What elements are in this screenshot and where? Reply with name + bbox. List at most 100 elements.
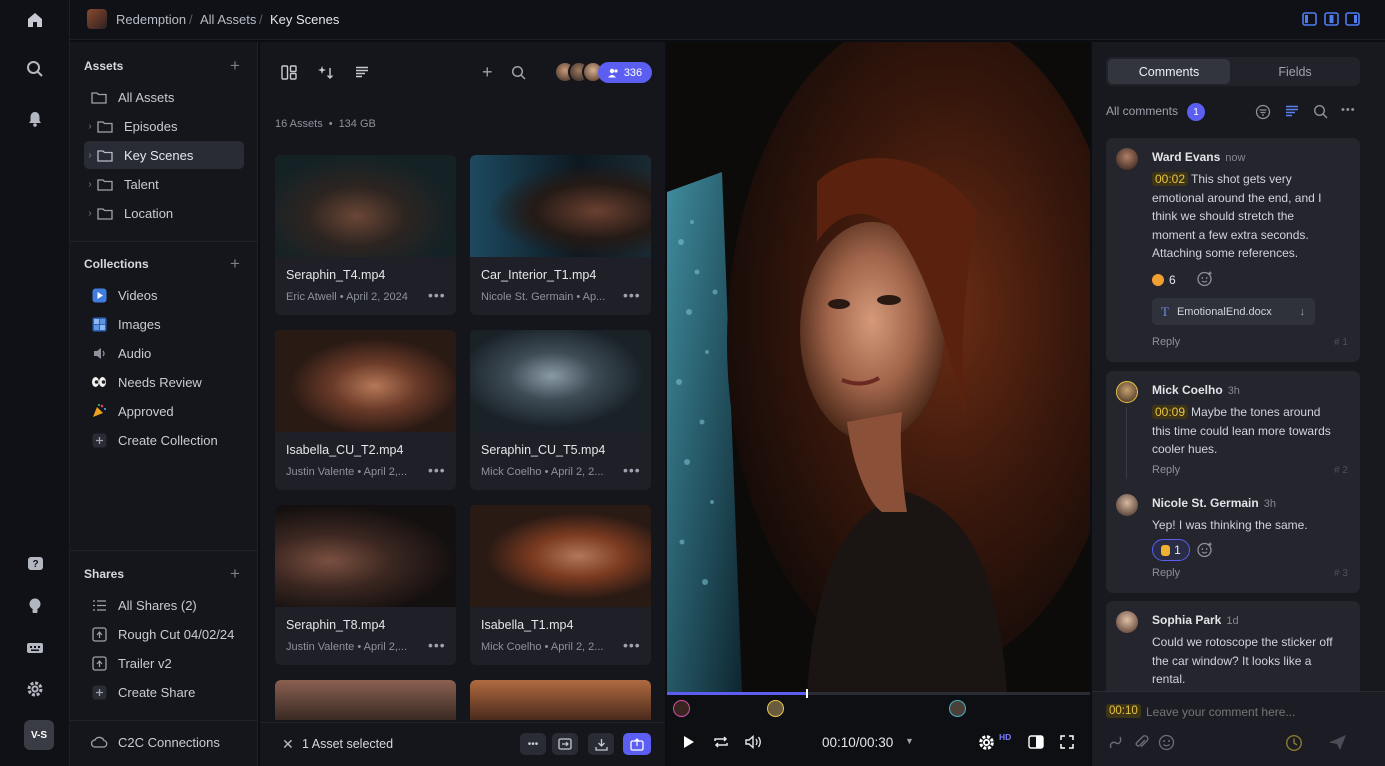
sidebar-item-images[interactable]: Images: [84, 310, 244, 338]
volume-icon[interactable]: [745, 735, 762, 749]
asset-card[interactable]: Isabella_CU_T2.mp4 Justin Valente • Apri…: [275, 330, 456, 490]
download-icon[interactable]: ↓: [1300, 306, 1306, 318]
sidebar-item-videos[interactable]: Videos: [84, 281, 244, 309]
attachment-chip[interactable]: T EmotionalEnd.docx ↓: [1152, 298, 1315, 325]
attach-icon[interactable]: [1134, 734, 1149, 751]
viewer-count-badge[interactable]: 336: [598, 62, 652, 83]
sidebar-item-talent[interactable]: › Talent: [84, 170, 244, 198]
asset-card[interactable]: Isabella_T1.mp4 Mick Coelho • April 2, 2…: [470, 505, 651, 665]
c2c-connections-link[interactable]: C2C Connections: [84, 728, 244, 756]
asset-card[interactable]: Car_Interior_T1.mp4 Nicole St. Germain •…: [470, 155, 651, 315]
compare-button[interactable]: [552, 733, 578, 755]
more-options-icon[interactable]: •••: [428, 637, 446, 653]
create-share-button[interactable]: Create Share: [84, 678, 244, 706]
add-asset-folder-button[interactable]: +: [230, 57, 240, 74]
sidebar-item-needs-review[interactable]: Needs Review: [84, 368, 244, 396]
play-icon[interactable]: [683, 735, 695, 749]
chevron-right-icon[interactable]: ›: [84, 121, 96, 132]
add-collection-button[interactable]: +: [230, 255, 240, 272]
search-icon[interactable]: [511, 65, 526, 80]
download-button[interactable]: [588, 733, 614, 755]
tab-comments[interactable]: Comments: [1108, 59, 1230, 84]
breadcrumb-project[interactable]: Redemption: [116, 12, 186, 27]
settings-gear-icon[interactable]: [978, 734, 995, 751]
timestamp-toggle-icon[interactable]: [1285, 734, 1303, 752]
breadcrumb-parent[interactable]: All Assets: [200, 12, 256, 27]
reaction-chip[interactable]: 1: [1152, 539, 1190, 561]
more-options-icon[interactable]: •••: [623, 637, 641, 653]
asset-card[interactable]: Seraphin_CU_T5.mp4 Mick Coelho • April 2…: [470, 330, 651, 490]
more-actions-button[interactable]: •••: [520, 733, 546, 755]
more-options-icon[interactable]: •••: [1341, 104, 1356, 116]
sort-icon[interactable]: [1285, 105, 1299, 118]
sidebar-item-approved[interactable]: Approved: [84, 397, 244, 425]
compare-view-icon[interactable]: [1028, 735, 1044, 749]
left-panel-toggle-icon[interactable]: [1302, 12, 1317, 26]
sparkle-sort-icon[interactable]: [317, 64, 334, 80]
more-options-icon[interactable]: •••: [623, 462, 641, 478]
timeline-playhead[interactable]: [805, 689, 808, 698]
timecode[interactable]: 00:10/00:30: [822, 735, 893, 750]
home-icon[interactable]: [23, 8, 47, 32]
add-reaction-icon[interactable]: [1196, 270, 1214, 288]
asset-thumbnail[interactable]: [275, 680, 456, 720]
center-panel-toggle-icon[interactable]: [1324, 12, 1339, 26]
right-panel-toggle-icon[interactable]: [1345, 12, 1360, 26]
add-share-button[interactable]: +: [230, 565, 240, 582]
sidebar-item-location[interactable]: › Location: [84, 199, 244, 227]
asset-meta: Nicole St. Germain • Ap...: [481, 291, 606, 303]
comment-marker-avatar[interactable]: [949, 700, 966, 717]
asset-card[interactable]: Seraphin_T8.mp4 Justin Valente • April 2…: [275, 505, 456, 665]
search-icon[interactable]: [1313, 104, 1328, 119]
send-icon[interactable]: [1328, 734, 1347, 751]
filter-icon[interactable]: [1255, 104, 1271, 120]
more-options-icon[interactable]: •••: [623, 287, 641, 303]
sidebar-item-rough-cut[interactable]: Rough Cut 04/02/24: [84, 620, 244, 648]
asset-card[interactable]: Seraphin_T4.mp4 Eric Atwell • April 2, 2…: [275, 155, 456, 315]
sidebar-item-audio[interactable]: Audio: [84, 339, 244, 367]
comment-input[interactable]: [1146, 702, 1366, 722]
create-collection-button[interactable]: Create Collection: [84, 426, 244, 454]
sidebar-item-trailer[interactable]: Trailer v2: [84, 649, 244, 677]
sidebar-item-key-scenes[interactable]: › Key Scenes: [84, 141, 244, 169]
tab-fields[interactable]: Fields: [1234, 59, 1356, 84]
more-options-icon[interactable]: •••: [428, 462, 446, 478]
sidebar-item-all-assets[interactable]: All Assets: [84, 83, 244, 111]
loop-icon[interactable]: [713, 735, 729, 749]
draw-icon[interactable]: [1108, 734, 1125, 751]
add-asset-button[interactable]: +: [482, 63, 493, 81]
chevron-right-icon[interactable]: ›: [84, 150, 96, 161]
asset-thumbnail[interactable]: [470, 680, 651, 720]
emoji-icon[interactable]: [1158, 734, 1175, 751]
fullscreen-icon[interactable]: [1060, 735, 1074, 749]
comment-marker-avatar[interactable]: [673, 700, 690, 717]
clear-selection-icon[interactable]: ✕: [282, 736, 294, 753]
share-button[interactable]: [623, 733, 651, 755]
lightbulb-icon[interactable]: [23, 594, 47, 618]
bell-icon[interactable]: [23, 107, 47, 131]
comment-marker-avatar[interactable]: [767, 700, 784, 717]
help-icon[interactable]: ?: [23, 552, 47, 576]
workspace-logo[interactable]: V-S: [24, 720, 54, 750]
sidebar-item-episodes[interactable]: › Episodes: [84, 112, 244, 140]
list-sort-icon[interactable]: [355, 66, 369, 78]
reply-button[interactable]: Reply: [1152, 567, 1180, 579]
comment-timestamp[interactable]: 00:09: [1152, 405, 1189, 419]
search-icon[interactable]: [23, 57, 47, 81]
sidebar-item-all-shares[interactable]: All Shares (2): [84, 591, 244, 619]
chevron-right-icon[interactable]: ›: [84, 179, 96, 190]
add-reaction-icon[interactable]: [1196, 541, 1214, 559]
more-options-icon[interactable]: •••: [428, 287, 446, 303]
video-viewer[interactable]: [667, 42, 1090, 692]
comments-filter[interactable]: All comments: [1106, 104, 1178, 118]
settings-gear-icon[interactable]: [23, 677, 47, 701]
keyboard-icon[interactable]: [23, 636, 47, 660]
reply-button[interactable]: Reply: [1152, 464, 1180, 476]
grid-view-icon[interactable]: [281, 65, 297, 80]
reaction-chip[interactable]: 6: [1152, 270, 1176, 290]
comment-timestamp[interactable]: 00:02: [1152, 172, 1189, 186]
chevron-down-icon[interactable]: ▼: [905, 736, 914, 746]
reply-button[interactable]: Reply: [1152, 336, 1180, 348]
composer-timestamp[interactable]: 00:10: [1106, 704, 1141, 718]
chevron-right-icon[interactable]: ›: [84, 208, 96, 219]
